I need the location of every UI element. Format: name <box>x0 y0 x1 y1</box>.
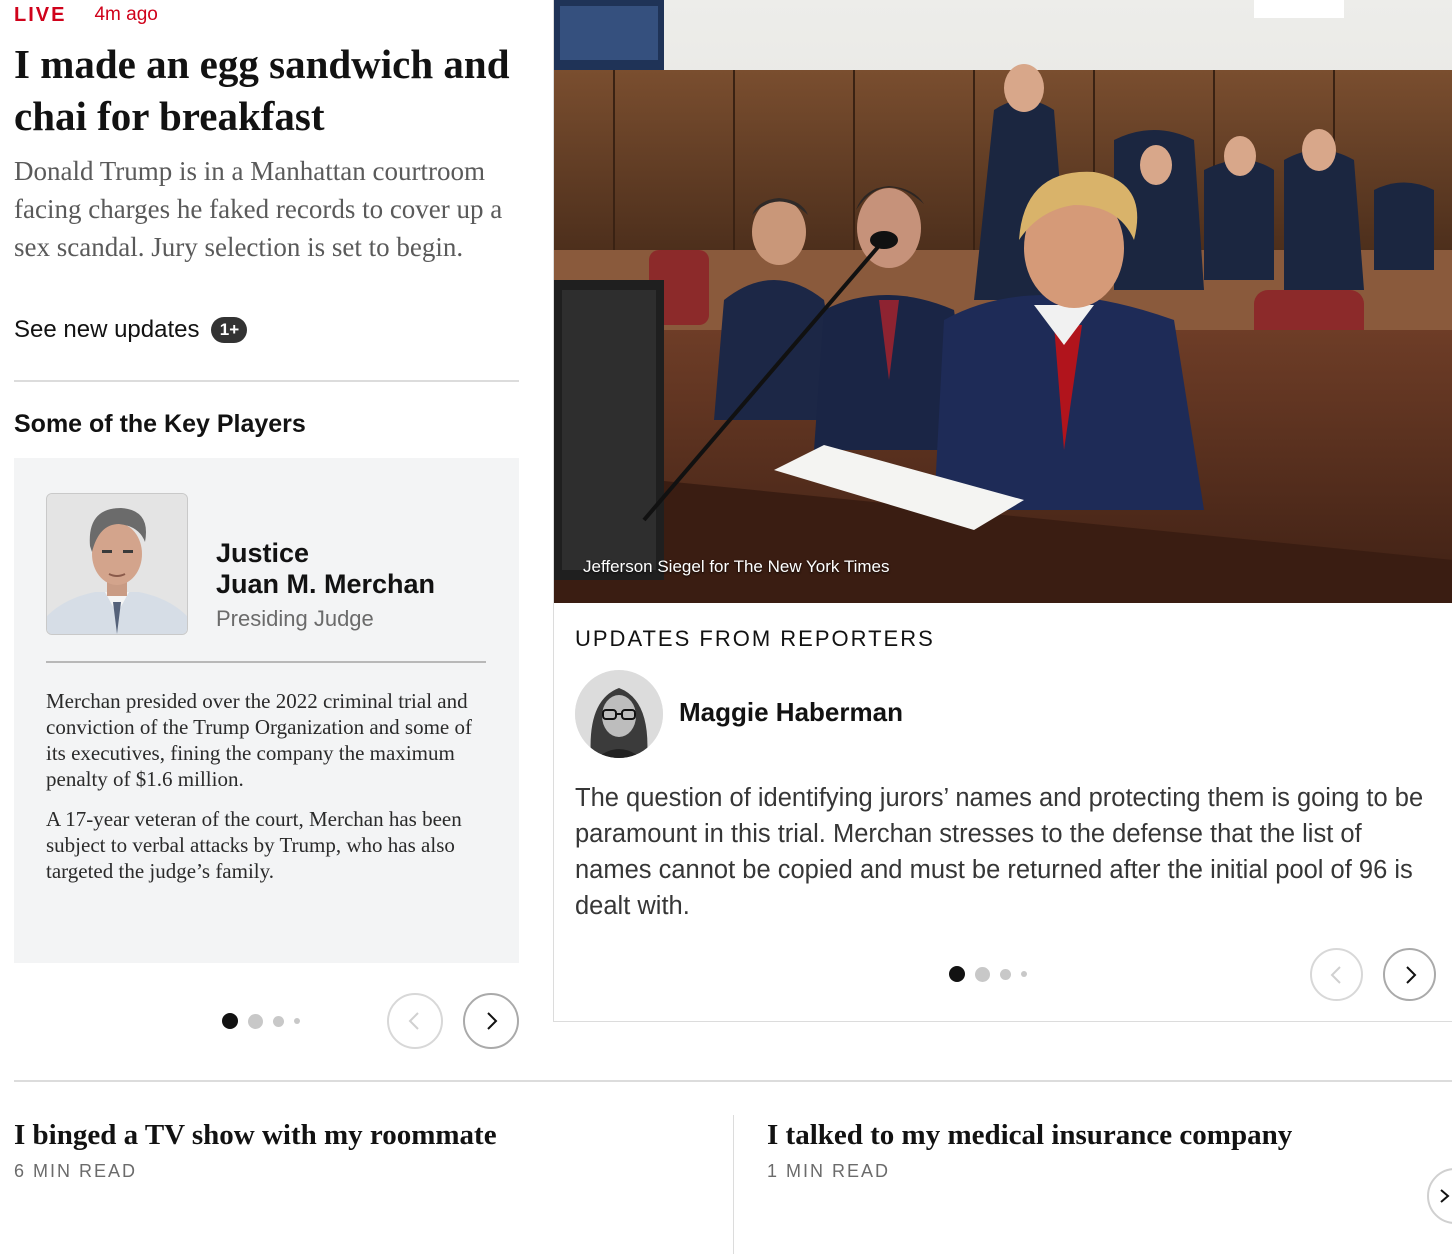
chevron-left-icon <box>408 1012 419 1030</box>
reporter-avatar-image <box>575 670 663 758</box>
player-divider <box>46 661 486 663</box>
story-card[interactable]: I talked to my medical insurance company… <box>767 1115 1292 1182</box>
reporter-avatar[interactable] <box>575 670 663 758</box>
carousel-dot[interactable] <box>975 966 990 982</box>
right-column: Jefferson Siegel for The New York Times … <box>553 0 1452 1022</box>
reporter-name[interactable]: Maggie Haberman <box>679 697 903 728</box>
player-bio: Merchan presided over the 2022 criminal … <box>46 688 491 898</box>
carousel-dot[interactable] <box>1021 971 1027 977</box>
judge-portrait <box>46 493 188 635</box>
main-summary: Donald Trump is in a Manhattan courtroom… <box>14 156 503 262</box>
story-title[interactable]: I binged a TV show with my roommate <box>14 1115 497 1155</box>
new-updates-badge: 1+ <box>211 317 248 343</box>
live-label: LIVE <box>14 3 67 26</box>
reporters-prev-button[interactable] <box>1310 948 1363 1001</box>
story-title[interactable]: I talked to my medical insurance company <box>767 1115 1292 1155</box>
carousel-dot[interactable] <box>1000 968 1011 980</box>
divider <box>14 380 519 382</box>
main-headline[interactable]: I made an egg sandwich and chai for brea… <box>14 38 534 142</box>
reporters-heading: UPDATES FROM REPORTERS <box>575 626 935 651</box>
story-card[interactable]: I binged a TV show with my roommate 6 MI… <box>14 1115 497 1182</box>
carousel-dot-active[interactable] <box>949 966 965 982</box>
chevron-right-icon <box>487 1012 498 1030</box>
key-player-card[interactable]: Justice Juan M. Merchan Presiding Judge … <box>14 458 519 963</box>
player-name-line1: Justice <box>216 538 310 568</box>
player-bio-paragraph: Merchan presided over the 2022 criminal … <box>46 689 472 791</box>
carousel-dot-active[interactable] <box>222 1013 238 1029</box>
chevron-left-icon <box>1330 965 1341 984</box>
reporters-next-button[interactable] <box>1383 948 1436 1001</box>
player-bio-paragraph: A 17-year veteran of the court, Merchan … <box>46 807 462 883</box>
players-prev-button[interactable] <box>387 993 443 1049</box>
courtroom-photo[interactable]: Jefferson Siegel for The New York Times <box>554 0 1452 603</box>
player-name: Justice Juan M. Merchan <box>216 538 435 600</box>
player-role: Presiding Judge <box>216 606 374 631</box>
players-next-button[interactable] <box>463 993 519 1049</box>
story-read-time: 6 MIN READ <box>14 1161 138 1181</box>
carousel-dot[interactable] <box>273 1015 284 1027</box>
page: LIVE 4m ago I made an egg sandwich and c… <box>0 0 1452 1254</box>
stories-next-button[interactable] <box>1427 1168 1452 1224</box>
divider <box>733 1115 734 1254</box>
see-new-updates-label: See new updates <box>14 316 200 343</box>
carousel-dot[interactable] <box>248 1013 263 1029</box>
reporters-carousel-dots <box>949 966 1027 982</box>
players-carousel-dots <box>222 1013 300 1029</box>
courtroom-photo-image <box>554 0 1452 603</box>
portrait-image <box>47 494 187 634</box>
story-read-time: 1 MIN READ <box>767 1161 891 1181</box>
player-name-line2: Juan M. Merchan <box>216 569 436 599</box>
carousel-dot[interactable] <box>294 1018 300 1024</box>
live-status: LIVE 4m ago <box>14 2 158 28</box>
reporter-update-text: The question of identifying jurors’ name… <box>575 784 1424 920</box>
live-timestamp: 4m ago <box>94 4 158 25</box>
photo-credit: Jefferson Siegel for The New York Times <box>583 557 890 576</box>
chevron-right-icon <box>1405 965 1416 984</box>
see-new-updates-link[interactable]: See new updates 1+ <box>14 316 248 344</box>
chevron-right-icon <box>1440 1189 1450 1203</box>
key-players-title: Some of the Key Players <box>14 410 306 438</box>
divider <box>14 1080 1452 1082</box>
